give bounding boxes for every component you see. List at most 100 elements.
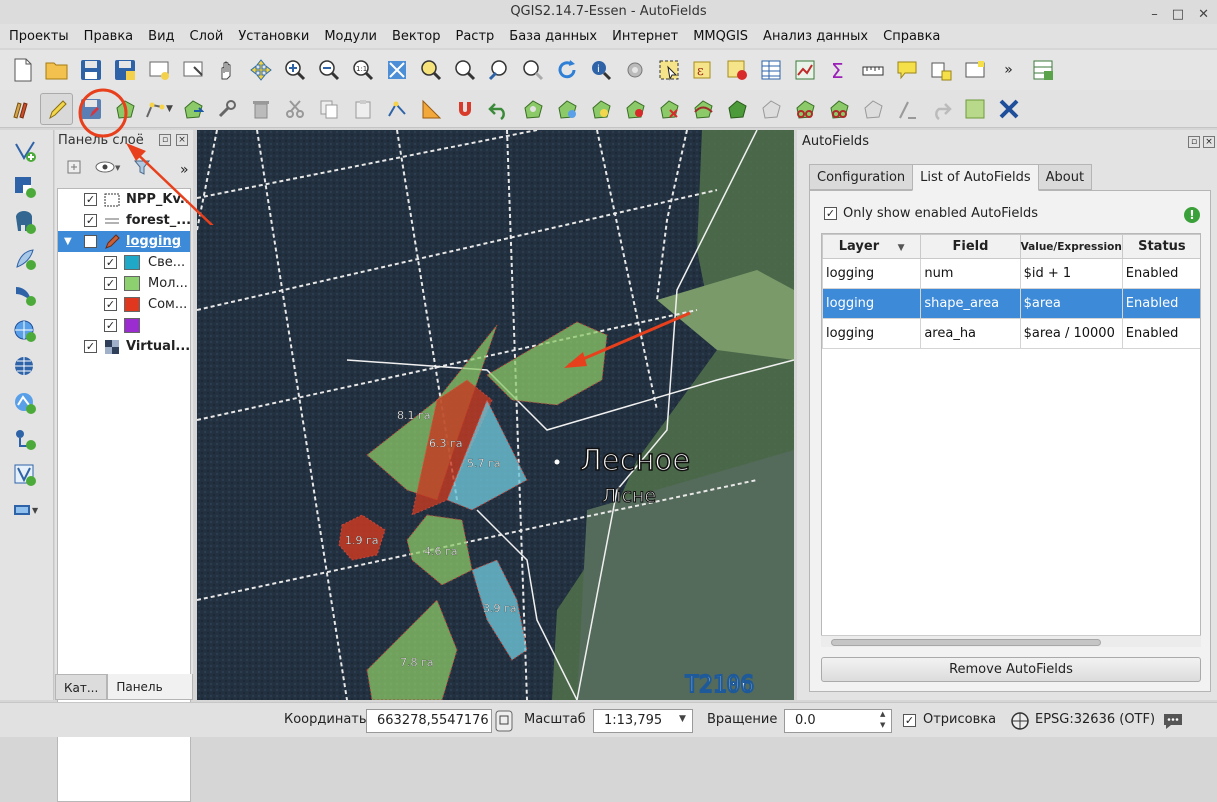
snapping-button[interactable]: [448, 93, 481, 125]
add-group-icon[interactable]: [65, 158, 83, 176]
copy-features-button[interactable]: [312, 93, 345, 125]
new-print-composer-button[interactable]: [142, 54, 175, 86]
column-header-field[interactable]: Field: [920, 234, 1021, 259]
menu-plugins[interactable]: Модули: [319, 29, 387, 44]
zoom-in-button[interactable]: [278, 54, 311, 86]
column-header-layer[interactable]: Layer ▼: [822, 234, 922, 259]
x-plugin-button[interactable]: [992, 93, 1025, 125]
menu-layer[interactable]: Слой: [185, 29, 234, 44]
select-features-button[interactable]: [652, 54, 685, 86]
add-virtual-layer-button[interactable]: [10, 460, 40, 490]
menu-vector[interactable]: Вектор: [387, 29, 451, 44]
delete-ring-button[interactable]: [618, 93, 651, 125]
rotation-field[interactable]: 0.0: [784, 709, 892, 733]
rotate-point-button[interactable]: [890, 93, 923, 125]
menu-projects[interactable]: Проекты: [4, 29, 79, 44]
menu-edit[interactable]: Правка: [79, 29, 143, 44]
zoom-last-button[interactable]: [482, 54, 515, 86]
edit-attributes-button[interactable]: [210, 93, 243, 125]
split-features-button[interactable]: [788, 93, 821, 125]
add-mssql-layer-button[interactable]: [10, 280, 40, 310]
collapse-arrow-icon[interactable]: ▼: [64, 231, 72, 252]
close-panel-button[interactable]: ×: [1203, 136, 1215, 148]
legend-item-red[interactable]: ✓ Сом...: [58, 294, 190, 315]
node-tool-button[interactable]: ▼: [142, 93, 175, 125]
remove-autofields-button[interactable]: Remove AutoFields: [821, 657, 1201, 682]
form-annotation-button[interactable]: [958, 54, 991, 86]
eye-icon[interactable]: ▼: [95, 158, 121, 176]
add-wms-layer-button[interactable]: [10, 316, 40, 346]
simplify-button[interactable]: [754, 93, 787, 125]
refresh-button[interactable]: [550, 54, 583, 86]
zoom-selection-button[interactable]: [414, 54, 447, 86]
add-vector-layer-button[interactable]: [10, 136, 40, 166]
coordinates-field[interactable]: 663278,5547176: [366, 709, 492, 733]
reshape-button[interactable]: [686, 93, 719, 125]
offset-curve-button[interactable]: [720, 93, 753, 125]
measure-button[interactable]: [856, 54, 889, 86]
plugin-button[interactable]: [1026, 54, 1059, 86]
cut-features-button[interactable]: [278, 93, 311, 125]
autofields-plugin-button[interactable]: [958, 93, 991, 125]
tab-configuration[interactable]: Configuration: [809, 164, 914, 190]
layer-item-npp[interactable]: ✓ NPP_Kv...: [58, 189, 190, 210]
legend-item-green[interactable]: ✓ Мол...: [58, 273, 190, 294]
chevron-down-icon[interactable]: ▼: [679, 714, 686, 724]
statistics-button[interactable]: [788, 54, 821, 86]
float-panel-button[interactable]: ▫: [159, 134, 171, 146]
move-feature-button[interactable]: [176, 93, 209, 125]
delete-selected-button[interactable]: [244, 93, 277, 125]
column-header-status[interactable]: Status: [1121, 234, 1200, 259]
text-annotation-button[interactable]: [924, 54, 957, 86]
crs-label[interactable]: EPSG:32636 (OTF): [1035, 709, 1155, 731]
add-gps-layer-button[interactable]: ▼: [10, 496, 40, 526]
layer-checkbox[interactable]: ✓: [84, 214, 97, 227]
scrollbar-thumb[interactable]: [831, 639, 1101, 646]
tab-list-of-autofields[interactable]: List of AutoFields: [912, 164, 1039, 191]
split-parts-button[interactable]: [822, 93, 855, 125]
add-ring-button[interactable]: [516, 93, 549, 125]
layer-item-logging[interactable]: ▼ ✓ logging: [58, 231, 190, 252]
legend-item-blue[interactable]: ✓ Све...: [58, 252, 190, 273]
menu-help[interactable]: Справка: [878, 29, 950, 44]
menu-mmqgis[interactable]: MMQGIS: [688, 29, 758, 44]
zoom-layer-button[interactable]: [448, 54, 481, 86]
mouse-toggle-icon[interactable]: [495, 710, 513, 732]
table-row[interactable]: logging num $id + 1 Enabled: [822, 258, 1200, 289]
crs-globe-icon[interactable]: [1010, 711, 1030, 731]
add-part-button[interactable]: [550, 93, 583, 125]
filter-icon[interactable]: [133, 158, 151, 176]
deselect-button[interactable]: [720, 54, 753, 86]
table-row[interactable]: logging shape_area $area Enabled: [822, 288, 1200, 319]
menu-raster[interactable]: Растр: [451, 29, 505, 44]
layer-item-virtual[interactable]: ✓ Virtual...: [58, 336, 190, 357]
more-icon[interactable]: »: [180, 162, 189, 178]
field-calculator-button[interactable]: Σ: [822, 54, 855, 86]
layer-checkbox[interactable]: ✓: [84, 235, 97, 248]
zoom-full-button[interactable]: [380, 54, 413, 86]
checkbox-box[interactable]: ✓: [824, 207, 837, 220]
horizontal-scrollbar[interactable]: [821, 635, 1201, 647]
paste-features-button[interactable]: [346, 93, 379, 125]
redo-button[interactable]: [924, 93, 957, 125]
add-delimited-text-button[interactable]: [10, 424, 40, 454]
open-project-button[interactable]: [40, 54, 73, 86]
add-raster-layer-button[interactable]: [10, 172, 40, 202]
attribute-table-button[interactable]: [754, 54, 787, 86]
layer-checkbox[interactable]: ✓: [84, 193, 97, 206]
spin-arrows-icon[interactable]: ▲ ▼: [880, 709, 885, 731]
current-edits-button[interactable]: [6, 93, 39, 125]
zoom-out-button[interactable]: [312, 54, 345, 86]
add-feature-button[interactable]: [108, 93, 141, 125]
undo-button[interactable]: [482, 93, 515, 125]
new-project-button[interactable]: [6, 54, 39, 86]
table-row[interactable]: logging area_ha $area / 10000 Enabled: [822, 318, 1200, 349]
add-spatialite-layer-button[interactable]: [10, 244, 40, 274]
layer-checkbox[interactable]: ✓: [84, 340, 97, 353]
select-by-expression-button[interactable]: ε: [686, 54, 719, 86]
identify-button[interactable]: i: [584, 54, 617, 86]
save-layer-edits-button[interactable]: [74, 93, 107, 125]
pan-to-selection-button[interactable]: [244, 54, 277, 86]
annotation-button[interactable]: [890, 54, 923, 86]
map-canvas[interactable]: 8.1 га 6.3 га 5.7 га 1.9 га 4.6 га 3.9 г…: [197, 130, 794, 700]
